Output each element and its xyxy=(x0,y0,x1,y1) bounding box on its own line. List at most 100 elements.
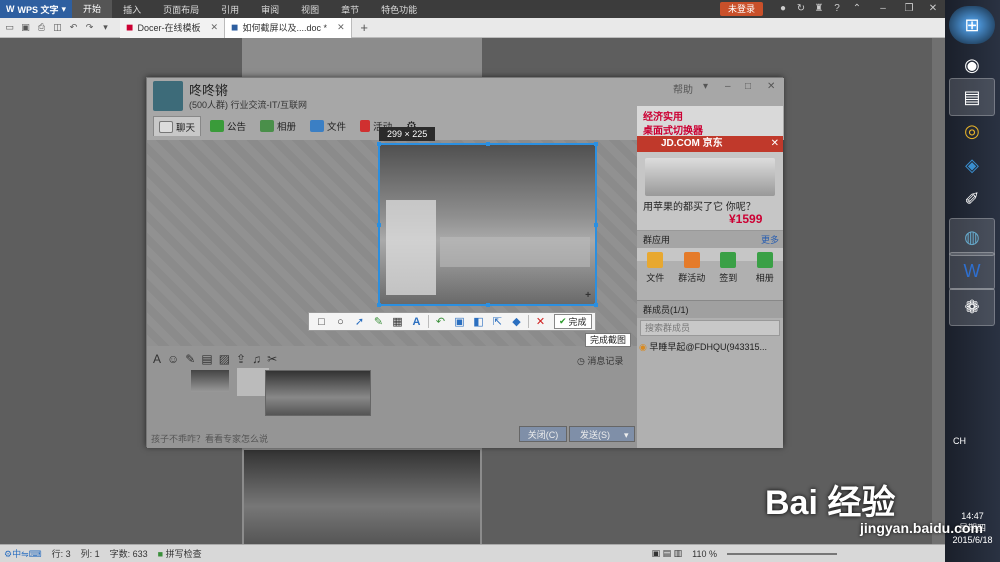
start-button[interactable]: ⊞ xyxy=(949,6,995,44)
tab-document[interactable]: ◼ 如何截屏以及....doc * ✕ xyxy=(225,17,352,38)
close-icon[interactable]: ✕ xyxy=(771,136,779,152)
shirt-icon[interactable]: ♜ xyxy=(813,3,825,15)
ime-icon[interactable]: ⚙中⇋⌨ xyxy=(4,547,42,560)
save-tool-icon[interactable]: ▣ xyxy=(450,313,469,330)
menu-view[interactable]: 视图 xyxy=(290,3,330,16)
document-image[interactable] xyxy=(244,450,480,544)
app-checkin[interactable]: 签到 xyxy=(713,252,743,296)
zoom-icon[interactable]: + xyxy=(585,290,591,301)
close-button[interactable]: 关闭(C) xyxy=(519,426,567,442)
cancel-tool-icon[interactable]: ✕ xyxy=(531,313,550,330)
pasted-image-thumbnail[interactable] xyxy=(265,370,371,416)
jd-banner[interactable]: JD.COM 京东 ✕ xyxy=(637,136,783,152)
undo-tool-icon[interactable]: ↶ xyxy=(431,313,450,330)
save-icon[interactable]: ▣ xyxy=(19,21,32,34)
image-icon[interactable]: ▨ xyxy=(219,352,230,366)
folder-icon[interactable]: ▭ xyxy=(3,21,16,34)
member-search-input[interactable]: 搜索群成员 xyxy=(640,320,780,336)
login-button[interactable]: 未登录 xyxy=(720,2,764,16)
resize-handle[interactable] xyxy=(594,303,598,307)
minimize-icon[interactable]: – xyxy=(877,3,889,15)
capture-selection[interactable]: + xyxy=(377,142,598,307)
text-tool-icon[interactable]: A xyxy=(407,313,426,330)
group-name[interactable]: 咚咚锵 xyxy=(189,80,228,99)
ime-indicator[interactable]: CH xyxy=(953,436,966,446)
app-paint-icon[interactable]: ✐ xyxy=(949,180,995,218)
vertical-scrollbar[interactable] xyxy=(932,38,945,544)
app-album[interactable]: 相册 xyxy=(750,252,780,296)
maximize-icon[interactable]: □ xyxy=(745,81,751,92)
music-icon[interactable]: ♫ xyxy=(252,352,261,366)
chevron-down-icon[interactable]: ▾ xyxy=(624,430,629,440)
print-icon[interactable]: ⎙ xyxy=(35,21,48,34)
resize-handle[interactable] xyxy=(486,303,490,307)
word-count[interactable]: 字数: 633 xyxy=(110,547,148,560)
wps-menu-button[interactable]: W WPS 文字 ▾ xyxy=(0,0,73,18)
send-button[interactable]: 发送(S) ▾ xyxy=(569,426,635,442)
scissors-icon[interactable]: ✂ xyxy=(267,352,277,366)
message-history-button[interactable]: ◷ 消息记录 xyxy=(577,354,623,367)
preview-icon[interactable]: ◫ xyxy=(51,21,64,34)
group-avatar[interactable] xyxy=(153,81,183,111)
tab-docer[interactable]: ◼ Docer-在线模板 ✕ xyxy=(120,17,226,38)
chevron-down-icon[interactable]: ▾ xyxy=(703,81,708,92)
menu-section[interactable]: 章节 xyxy=(330,3,370,16)
resize-handle[interactable] xyxy=(594,142,598,146)
menu-home[interactable]: 开始 xyxy=(72,0,113,18)
tab-notice[interactable]: 公告 xyxy=(205,116,251,136)
close-icon[interactable]: ✕ xyxy=(337,22,345,33)
pasted-image-thumbnail[interactable] xyxy=(191,370,229,392)
close-icon[interactable]: ✕ xyxy=(211,22,219,33)
resize-handle[interactable] xyxy=(377,303,381,307)
app-activity[interactable]: 群活动 xyxy=(677,252,707,296)
app-qq-icon[interactable]: ◍ xyxy=(949,218,995,256)
gift-icon[interactable]: ▤ xyxy=(201,352,212,366)
undo-icon[interactable]: ↶ xyxy=(67,21,80,34)
rect-tool-icon[interactable]: □ xyxy=(312,313,331,330)
restore-icon[interactable]: ❐ xyxy=(903,3,915,15)
zoom-slider[interactable] xyxy=(727,552,837,555)
app-files[interactable]: 文件 xyxy=(640,252,670,296)
resize-handle[interactable] xyxy=(594,223,598,227)
help-link[interactable]: 帮助 xyxy=(673,81,693,96)
emoji-icon[interactable]: ☺ xyxy=(167,352,179,366)
redo-icon[interactable]: ↷ xyxy=(83,21,96,34)
help-icon[interactable]: ? xyxy=(831,3,843,15)
close-icon[interactable]: ✕ xyxy=(767,81,775,92)
app-palette-icon[interactable]: ❁ xyxy=(949,288,995,326)
font-icon[interactable]: A xyxy=(153,352,161,366)
resize-handle[interactable] xyxy=(377,142,381,146)
arrow-up-icon[interactable]: ⌃ xyxy=(851,3,863,15)
app-baidu-icon[interactable]: ◈ xyxy=(949,146,995,184)
close-icon[interactable]: ✕ xyxy=(927,3,939,15)
pen-tool-icon[interactable]: ✎ xyxy=(369,313,388,330)
app-explorer-icon[interactable]: ▤ xyxy=(949,78,995,116)
ellipse-tool-icon[interactable]: ○ xyxy=(331,313,350,330)
tab-chat[interactable]: 聊天 xyxy=(153,116,202,136)
resize-handle[interactable] xyxy=(377,223,381,227)
app-chrome-icon[interactable]: ◎ xyxy=(949,112,995,150)
member-item[interactable]: ◉ 早睡早起@FDHQU(943315... xyxy=(639,340,767,353)
wand-icon[interactable]: ✎ xyxy=(185,352,195,366)
menu-review[interactable]: 审阅 xyxy=(250,3,290,16)
tab-album[interactable]: 相册 xyxy=(255,116,301,136)
app-wps-icon[interactable]: W xyxy=(949,252,995,290)
menu-layout[interactable]: 页面布局 xyxy=(152,3,210,16)
share-tool-icon[interactable]: ⇱ xyxy=(488,313,507,330)
menu-insert[interactable]: 插入 xyxy=(112,3,152,16)
ad-product-image[interactable] xyxy=(645,158,775,196)
done-button[interactable]: ✔ 完成 xyxy=(554,314,592,329)
spell-check[interactable]: ■ 拼写检查 xyxy=(158,547,202,560)
arrow-tool-icon[interactable]: ➚ xyxy=(350,313,369,330)
menu-reference[interactable]: 引用 xyxy=(210,3,250,16)
zoom-level[interactable]: 110 % xyxy=(692,549,717,559)
tab-files[interactable]: 文件 xyxy=(305,116,351,136)
refresh-icon[interactable]: ↻ xyxy=(795,3,807,15)
resize-handle[interactable] xyxy=(486,142,490,146)
chevron-down-icon[interactable]: ▾ xyxy=(99,21,112,34)
copy-tool-icon[interactable]: ◧ xyxy=(469,313,488,330)
mosaic-tool-icon[interactable]: ▦ xyxy=(388,313,407,330)
ad-tip-link[interactable]: 孩子不乖咋？看看专家怎么说 xyxy=(151,432,268,445)
message-editor[interactable]: A ☺ ✎ ▤ ▨ ⇪ ♫ ✂ ◷ 消息记录 孩子不乖咋？看看专家怎么说 关闭(… xyxy=(147,346,637,448)
skin-icon[interactable]: ● xyxy=(777,3,789,15)
